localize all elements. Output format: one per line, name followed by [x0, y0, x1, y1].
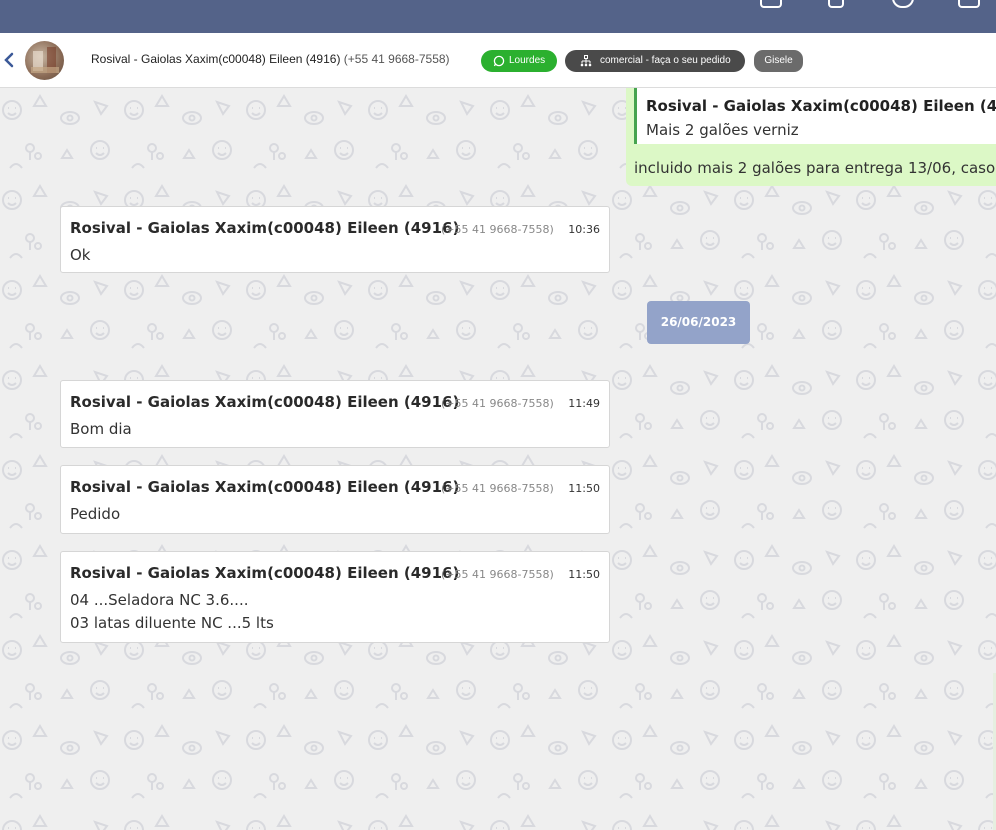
- message-time: 11:49: [568, 397, 600, 410]
- incoming-message[interactable]: Rosival - Gaiolas Xaxim(c00048) Eileen (…: [60, 551, 610, 643]
- quoted-message[interactable]: Rosival - Gaiolas Xaxim(c00048) Eileen (…: [634, 88, 996, 144]
- incoming-message[interactable]: Rosival - Gaiolas Xaxim(c00048) Eileen (…: [60, 206, 610, 273]
- message-sender: Rosival - Gaiolas Xaxim(c00048) Eileen (…: [70, 393, 460, 411]
- message-text: 04 ...Seladora NC 3.6.... 03 latas dilue…: [70, 589, 274, 635]
- message-text: Ok: [70, 246, 91, 264]
- agent-tag[interactable]: Lourdes: [481, 50, 557, 72]
- quoted-text: Mais 2 galões verniz: [646, 121, 799, 139]
- contact-avatar[interactable]: [25, 41, 64, 80]
- message-text: Bom dia: [70, 420, 132, 438]
- incoming-message[interactable]: Rosival - Gaiolas Xaxim(c00048) Eileen (…: [60, 465, 610, 534]
- message-time: 10:36: [568, 223, 600, 236]
- incoming-message[interactable]: Rosival - Gaiolas Xaxim(c00048) Eileen (…: [60, 380, 610, 448]
- outgoing-message-text: incluido mais 2 galões para entrega 13/0…: [634, 159, 996, 177]
- message-line: 03 latas diluente NC ...5 lts: [70, 614, 274, 632]
- message-sender: Rosival - Gaiolas Xaxim(c00048) Eileen (…: [70, 478, 460, 496]
- user-tag[interactable]: Gisele: [754, 50, 803, 72]
- message-time: 11:50: [568, 568, 600, 581]
- contact-name: Rosival - Gaiolas Xaxim(c00048) Eileen (…: [91, 52, 341, 66]
- message-text: Pedido: [70, 505, 121, 523]
- heart-icon[interactable]: [892, 0, 914, 8]
- chat-icon[interactable]: [760, 0, 782, 8]
- message-time: 11:50: [568, 482, 600, 495]
- department-tag-label: comercial - faça o seu pedido: [600, 55, 731, 66]
- message-phone: (+55 41 9668-7558): [441, 568, 554, 581]
- contact-phone: (+55 41 9668-7558): [343, 52, 450, 66]
- sitemap-icon: [580, 55, 592, 67]
- department-tag[interactable]: comercial - faça o seu pedido: [565, 50, 745, 72]
- clipboard-icon[interactable]: [828, 0, 844, 8]
- message-phone: (+55 41 9668-7558): [441, 482, 554, 495]
- chat-area[interactable]: Rosival - Gaiolas Xaxim(c00048) Eileen (…: [0, 88, 996, 830]
- whatsapp-icon: [493, 55, 505, 67]
- top-navbar: [0, 0, 996, 33]
- quoted-sender: Rosival - Gaiolas Xaxim(c00048) Eileen (…: [646, 97, 996, 115]
- message-line: 04 ...Seladora NC 3.6....: [70, 591, 249, 609]
- user-tag-label: Gisele: [764, 55, 793, 66]
- back-arrow-icon[interactable]: [2, 51, 16, 69]
- message-phone: (+55 41 9668-7558): [441, 397, 554, 410]
- message-phone: (+55 41 9668-7558): [441, 223, 554, 236]
- contact-name-line[interactable]: Rosival - Gaiolas Xaxim(c00048) Eileen (…: [91, 52, 450, 66]
- chat-background-pattern: [0, 88, 996, 830]
- message-sender: Rosival - Gaiolas Xaxim(c00048) Eileen (…: [70, 564, 460, 582]
- message-sender: Rosival - Gaiolas Xaxim(c00048) Eileen (…: [70, 219, 460, 237]
- date-separator: 26/06/2023: [647, 301, 750, 344]
- chat-header: Rosival - Gaiolas Xaxim(c00048) Eileen (…: [0, 33, 996, 88]
- agent-tag-label: Lourdes: [509, 55, 546, 66]
- printer-icon[interactable]: [958, 0, 980, 8]
